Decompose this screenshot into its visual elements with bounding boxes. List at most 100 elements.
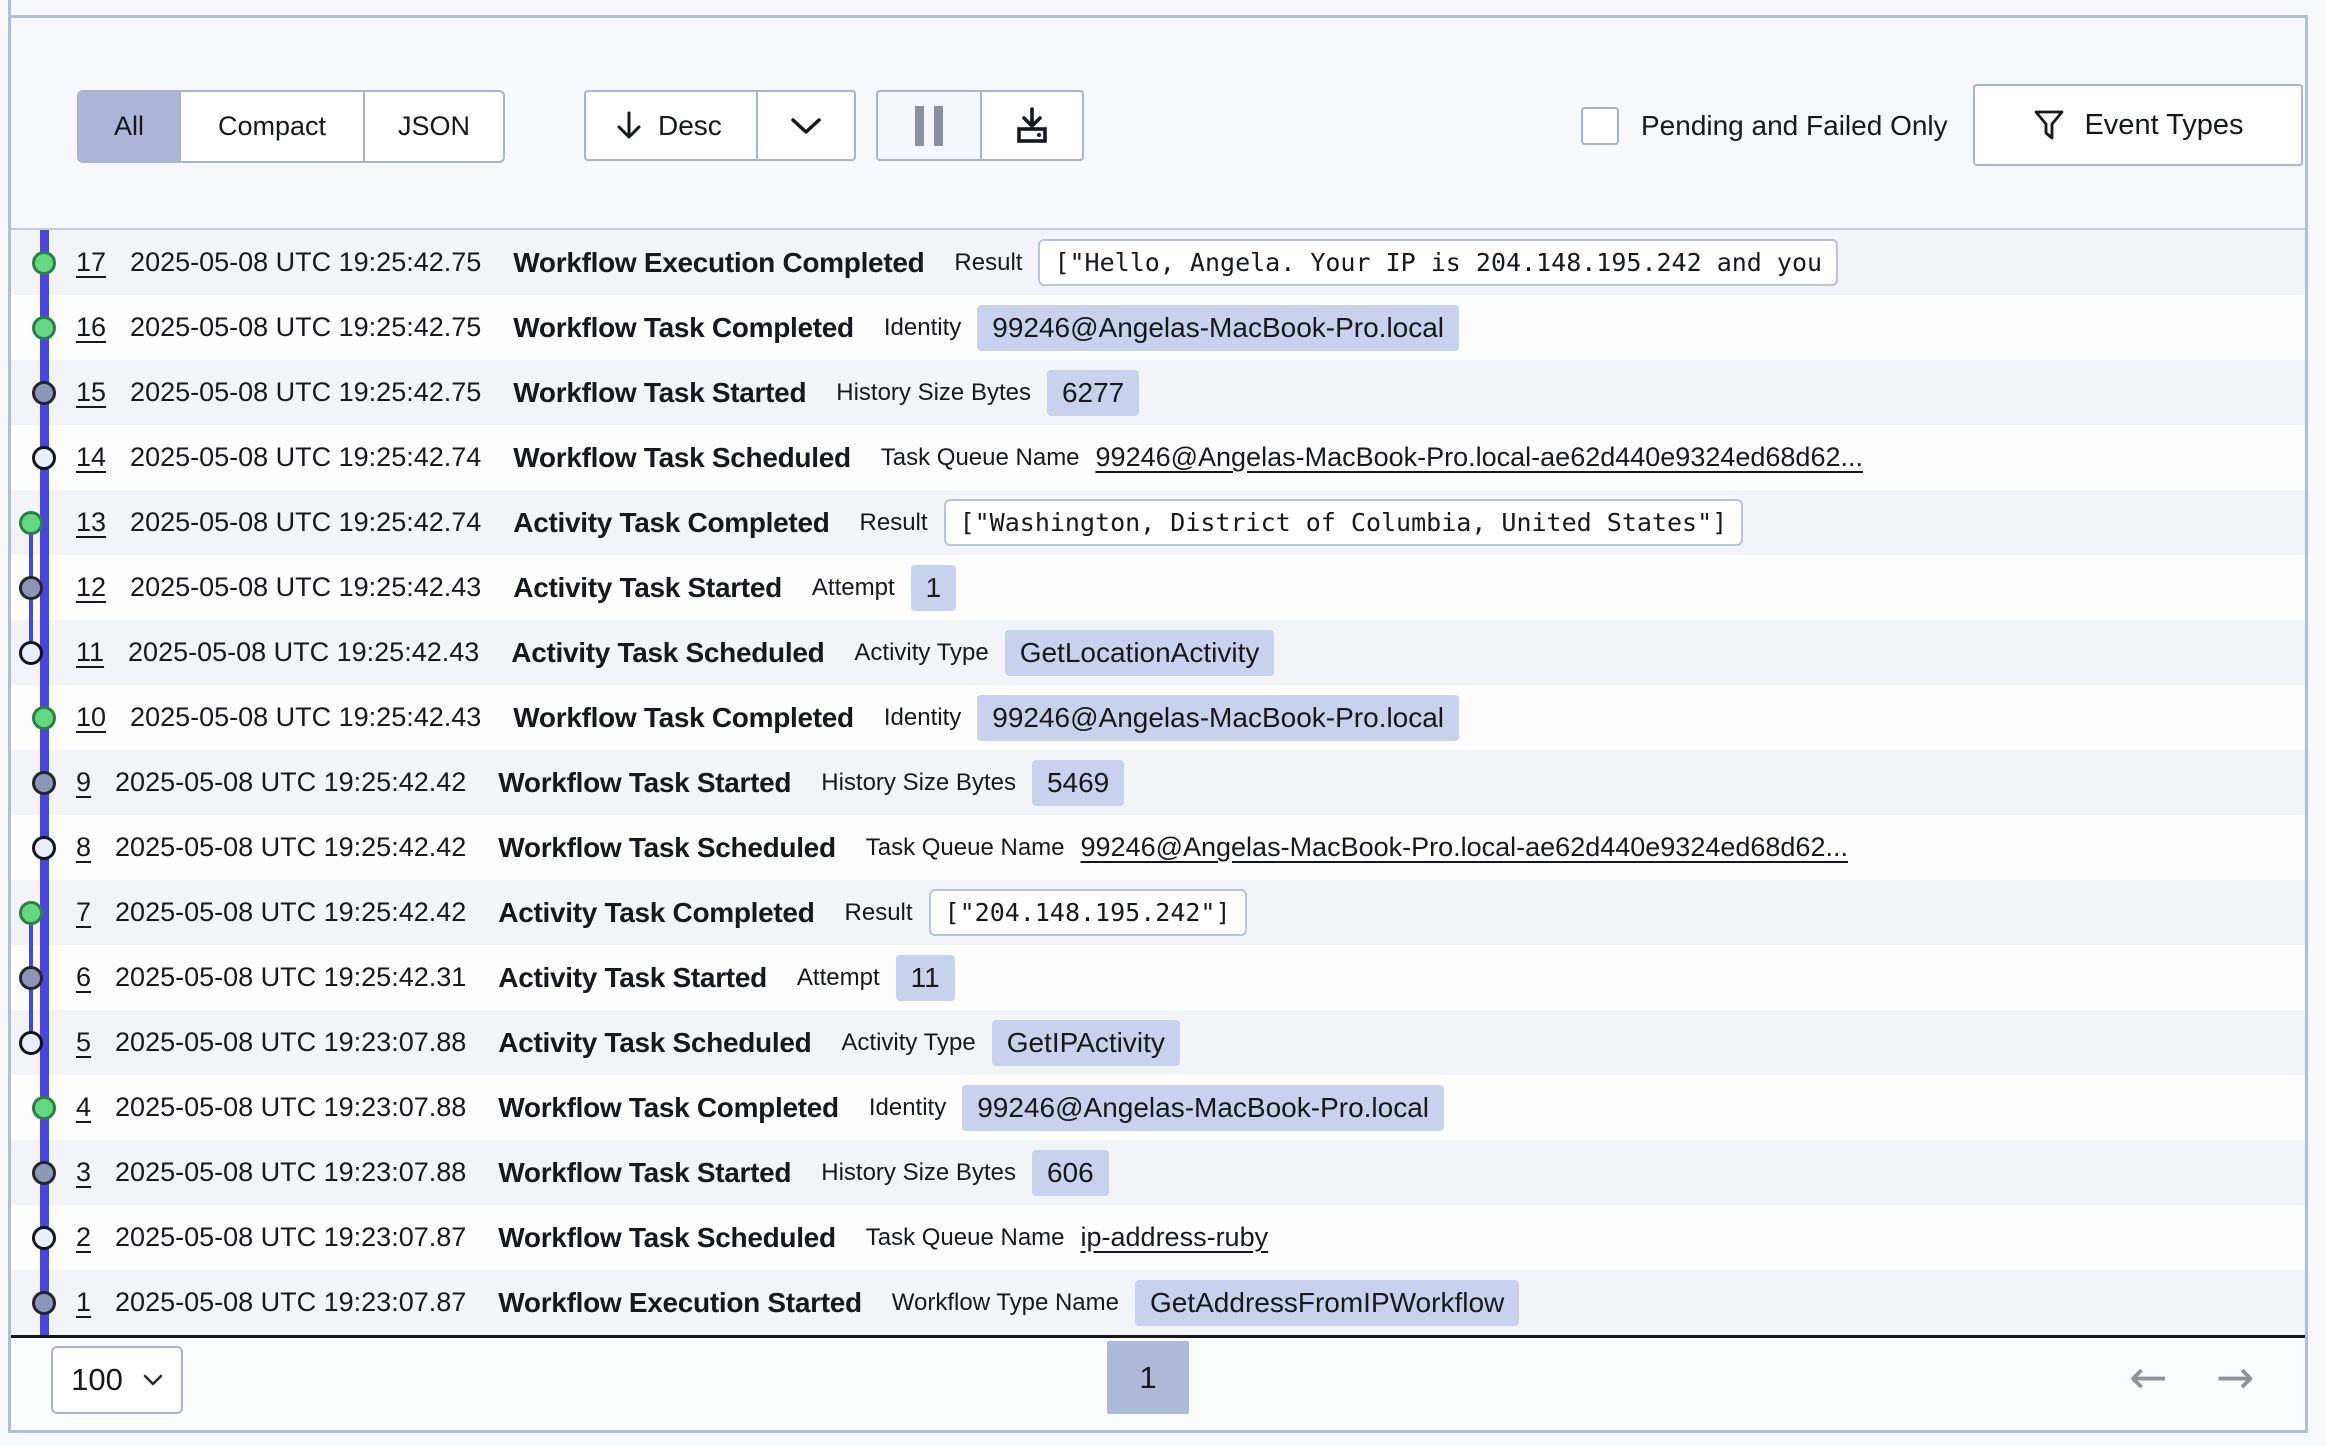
pending-failed-filter: Pending and Failed Only: [1581, 90, 1948, 161]
event-id-link[interactable]: 6: [76, 962, 91, 993]
event-types-button[interactable]: Event Types: [1973, 84, 2303, 166]
pause-button[interactable]: [878, 92, 980, 159]
event-status-dot: [19, 641, 43, 665]
event-status-dot: [19, 901, 43, 925]
event-row[interactable]: 2 2025-05-08 UTC 19:23:07.87 Workflow Ta…: [11, 1205, 2305, 1270]
event-name: Workflow Task Scheduled: [498, 1222, 835, 1254]
event-row[interactable]: 16 2025-05-08 UTC 19:25:42.75 Workflow T…: [11, 295, 2305, 360]
event-name: Activity Task Completed: [513, 507, 829, 539]
event-attr-value: 6277: [1047, 370, 1139, 416]
event-attr-label: Activity Type: [841, 1029, 975, 1057]
event-attr-label: Task Queue Name: [881, 444, 1080, 472]
event-time: 2025-05-08 UTC 19:23:07.88: [115, 1092, 466, 1123]
event-id-link[interactable]: 7: [76, 897, 91, 928]
event-attr-value[interactable]: 99246@Angelas-MacBook-Pro.local-ae62d440…: [1096, 442, 1863, 473]
event-id-link[interactable]: 15: [76, 377, 106, 408]
event-id-link[interactable]: 1: [76, 1287, 91, 1318]
event-id-link[interactable]: 8: [76, 832, 91, 863]
event-attr-value: 606: [1032, 1150, 1109, 1196]
event-status-dot: [32, 251, 56, 275]
event-time: 2025-05-08 UTC 19:25:42.75: [130, 377, 481, 408]
event-timeline: [11, 1075, 69, 1140]
download-button[interactable]: [980, 92, 1082, 159]
event-row[interactable]: 10 2025-05-08 UTC 19:25:42.43 Workflow T…: [11, 685, 2305, 750]
event-time: 2025-05-08 UTC 19:25:42.43: [128, 637, 479, 668]
event-id-link[interactable]: 13: [76, 507, 106, 538]
download-icon: [1012, 107, 1052, 145]
event-name: Activity Task Started: [498, 962, 767, 994]
event-time: 2025-05-08 UTC 19:23:07.88: [115, 1027, 466, 1058]
event-row[interactable]: 14 2025-05-08 UTC 19:25:42.74 Workflow T…: [11, 425, 2305, 490]
event-rows: 17 2025-05-08 UTC 19:25:42.75 Workflow E…: [11, 228, 2305, 1338]
event-attr-value: 99246@Angelas-MacBook-Pro.local: [962, 1085, 1444, 1131]
event-attr-value: 1: [911, 565, 957, 611]
event-timeline: [11, 425, 69, 490]
event-status-dot: [32, 316, 56, 340]
event-status-dot: [32, 1291, 56, 1315]
event-time: 2025-05-08 UTC 19:25:42.42: [115, 897, 466, 928]
event-attr-value: 99246@Angelas-MacBook-Pro.local: [977, 305, 1459, 351]
event-row[interactable]: 4 2025-05-08 UTC 19:23:07.88 Workflow Ta…: [11, 1075, 2305, 1140]
event-id-link[interactable]: 2: [76, 1222, 91, 1253]
event-id-link[interactable]: 5: [76, 1027, 91, 1058]
event-attr-value[interactable]: 99246@Angelas-MacBook-Pro.local-ae62d440…: [1081, 832, 1848, 863]
next-page-arrow-icon[interactable]: →: [2216, 1338, 2255, 1416]
event-attr-label: Workflow Type Name: [892, 1289, 1119, 1317]
event-row[interactable]: 3 2025-05-08 UTC 19:23:07.88 Workflow Ta…: [11, 1140, 2305, 1205]
event-timeline: [11, 360, 69, 425]
tab-all[interactable]: All: [79, 92, 179, 161]
event-attr-value: 11: [896, 955, 955, 1001]
event-row[interactable]: 12 2025-05-08 UTC 19:25:42.43 Activity T…: [11, 555, 2305, 620]
event-id-link[interactable]: 4: [76, 1092, 91, 1123]
previous-page-arrow-icon[interactable]: ←: [2129, 1338, 2168, 1416]
event-attr-label: Result: [954, 249, 1022, 277]
event-id-link[interactable]: 16: [76, 312, 106, 343]
event-id-link[interactable]: 12: [76, 572, 106, 603]
event-row[interactable]: 17 2025-05-08 UTC 19:25:42.75 Workflow E…: [11, 230, 2305, 295]
event-attr-label: Task Queue Name: [866, 1224, 1065, 1252]
event-id-link[interactable]: 17: [76, 247, 106, 278]
pending-failed-label[interactable]: Pending and Failed Only: [1641, 110, 1948, 142]
sort-split-button: Desc: [584, 90, 856, 161]
event-time: 2025-05-08 UTC 19:23:07.87: [115, 1222, 466, 1253]
event-status-dot: [19, 1031, 43, 1055]
event-id-link[interactable]: 14: [76, 442, 106, 473]
event-row[interactable]: 13 2025-05-08 UTC 19:25:42.74 Activity T…: [11, 490, 2305, 555]
event-time: 2025-05-08 UTC 19:25:42.75: [130, 312, 481, 343]
event-row[interactable]: 6 2025-05-08 UTC 19:25:42.31 Activity Ta…: [11, 945, 2305, 1010]
event-id-link[interactable]: 11: [76, 637, 104, 668]
event-attr-value[interactable]: ip-address-ruby: [1081, 1222, 1269, 1253]
event-attr-label: History Size Bytes: [836, 379, 1031, 407]
event-row[interactable]: 9 2025-05-08 UTC 19:25:42.42 Workflow Ta…: [11, 750, 2305, 815]
event-status-dot: [32, 706, 56, 730]
tab-compact[interactable]: Compact: [179, 92, 363, 161]
page-number-button[interactable]: 1: [1107, 1341, 1189, 1414]
page-size-select[interactable]: 100: [51, 1346, 183, 1414]
event-name: Workflow Execution Completed: [513, 247, 924, 279]
event-row[interactable]: 7 2025-05-08 UTC 19:25:42.42 Activity Ta…: [11, 880, 2305, 945]
event-status-dot: [19, 966, 43, 990]
tab-json[interactable]: JSON: [363, 92, 503, 161]
event-time: 2025-05-08 UTC 19:25:42.43: [130, 572, 481, 603]
sort-desc-button[interactable]: Desc: [586, 92, 756, 159]
event-row[interactable]: 5 2025-05-08 UTC 19:23:07.88 Activity Ta…: [11, 1010, 2305, 1075]
filter-funnel-icon: [2032, 108, 2066, 142]
event-id-link[interactable]: 9: [76, 767, 91, 798]
event-id-link[interactable]: 3: [76, 1157, 91, 1188]
event-attr-value: GetLocationActivity: [1005, 630, 1275, 676]
event-attr-value: GetAddressFromIPWorkflow: [1135, 1280, 1519, 1326]
sort-label: Desc: [658, 110, 722, 142]
event-row[interactable]: 1 2025-05-08 UTC 19:23:07.87 Workflow Ex…: [11, 1270, 2305, 1335]
event-name: Workflow Execution Started: [498, 1287, 862, 1319]
event-attr-label: Attempt: [797, 964, 880, 992]
sort-dropdown-button[interactable]: [756, 92, 854, 159]
event-row[interactable]: 15 2025-05-08 UTC 19:25:42.75 Workflow T…: [11, 360, 2305, 425]
event-row[interactable]: 8 2025-05-08 UTC 19:25:42.42 Workflow Ta…: [11, 815, 2305, 880]
chevron-down-icon: [143, 1374, 163, 1386]
event-attr-label: Identity: [884, 314, 961, 342]
pending-failed-checkbox[interactable]: [1581, 107, 1619, 145]
event-types-label: Event Types: [2084, 109, 2243, 142]
event-row[interactable]: 11 2025-05-08 UTC 19:25:42.43 Activity T…: [11, 620, 2305, 685]
event-history-toolbar: All Compact JSON Desc: [11, 18, 2305, 228]
event-id-link[interactable]: 10: [76, 702, 106, 733]
